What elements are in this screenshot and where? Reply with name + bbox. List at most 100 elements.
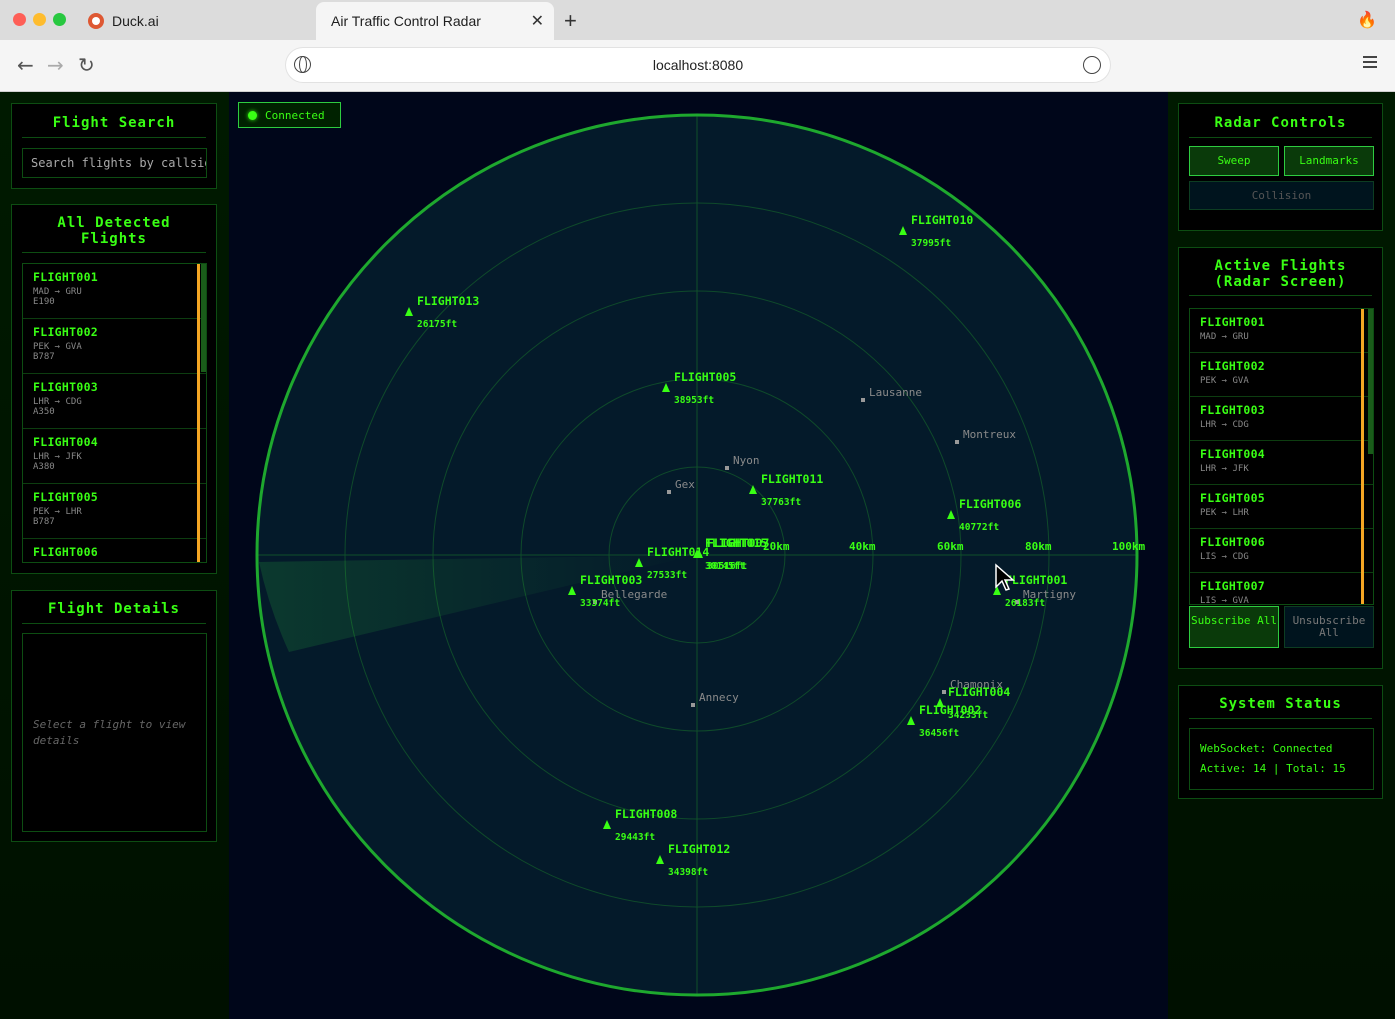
new-tab-icon[interactable]: +: [564, 8, 577, 34]
landmark-label: Annecy: [699, 691, 739, 704]
flight-callsign: FLIGHT001: [1200, 315, 1266, 329]
flight-counts: Active: 14 | Total: 15: [1200, 762, 1346, 775]
flight-aircraft: E190: [33, 297, 55, 307]
range-label: 80km: [1025, 540, 1052, 553]
radar-scope[interactable]: 20km 40km 60km 80km 100km LausanneMontreuxNy…: [229, 92, 1168, 1019]
flight-altitude-label: 37763ft: [761, 497, 801, 508]
landmark-marker: [942, 690, 946, 694]
flight-callsign: FLIGHT006: [33, 545, 99, 559]
back-icon[interactable]: ←: [17, 53, 34, 77]
maximize-window-button[interactable]: [53, 13, 66, 26]
search-input[interactable]: [22, 148, 207, 178]
flight-altitude-label: 34398ft: [668, 867, 708, 878]
flight-status-bar: [197, 484, 200, 539]
panel-title: Active Flights (Radar Screen): [1189, 258, 1372, 296]
flight-status-bar: [1361, 309, 1364, 353]
active-flight-item[interactable]: FLIGHT001 MAD → GRU: [1190, 309, 1373, 353]
detected-flight-item[interactable]: FLIGHT004 LHR → JFK A380: [23, 429, 206, 484]
detected-flight-item[interactable]: FLIGHT001 MAD → GRU E190: [23, 264, 206, 319]
tab-radar[interactable]: Air Traffic Control Radar ✕: [316, 2, 554, 40]
flight-status-bar: [1361, 441, 1364, 485]
flight-callsign-label: FLIGHT007: [707, 536, 769, 550]
radar-screen[interactable]: 20km 40km 60km 80km 100km Lausanne Montreux Ny…: [229, 92, 1168, 1019]
tab-duck-ai[interactable]: Duck.ai: [80, 2, 314, 40]
collision-toggle-button[interactable]: Collision: [1189, 181, 1374, 210]
list-scrollbar[interactable]: [201, 264, 206, 372]
radar-controls-panel: Radar Controls Sweep Landmarks Collision: [1178, 103, 1383, 231]
active-flight-item[interactable]: FLIGHT007 LIS → GVA: [1190, 573, 1373, 605]
hamburger-menu-icon[interactable]: [1363, 56, 1377, 68]
unsubscribe-all-button[interactable]: Unsubscribe All: [1284, 606, 1374, 648]
browser-nav-bar: ← → ↻ localhost:8080: [0, 40, 1395, 92]
flight-route: LHR → JFK: [33, 452, 82, 462]
active-flight-item[interactable]: FLIGHT003 LHR → CDG: [1190, 397, 1373, 441]
details-placeholder: Select a flight to view details: [33, 717, 186, 747]
flight-route: LIS → GVA: [1200, 596, 1249, 605]
flight-status-bar: [1361, 353, 1364, 397]
flight-route: LIS → CDG: [1200, 552, 1249, 562]
flight-callsign: FLIGHT006: [1200, 535, 1266, 549]
radar-app: Flight Search All Detected Flights FLIGH…: [0, 92, 1395, 1019]
sweep-toggle-button[interactable]: Sweep: [1189, 146, 1279, 176]
detected-flight-item[interactable]: FLIGHT006: [23, 539, 206, 562]
landmark-marker: [955, 440, 959, 444]
flight-status-bar: [197, 264, 200, 319]
close-window-button[interactable]: [13, 13, 26, 26]
flight-status-bar: [197, 319, 200, 374]
flight-callsign-label: FLIGHT010: [911, 213, 973, 227]
fire-icon[interactable]: 🔥: [1357, 10, 1377, 29]
active-flight-item[interactable]: FLIGHT004 LHR → JFK: [1190, 441, 1373, 485]
flight-route: LHR → JFK: [1200, 464, 1249, 474]
forward-icon[interactable]: →: [47, 53, 64, 77]
list-scrollbar[interactable]: [1368, 309, 1373, 454]
flight-route: PEK → LHR: [1200, 508, 1249, 518]
flight-callsign-label: FLIGHT013: [417, 294, 479, 308]
left-sidebar: Flight Search All Detected Flights FLIGH…: [0, 92, 229, 1019]
flight-status-bar: [1361, 485, 1364, 529]
flight-altitude-label: 27533ft: [647, 570, 687, 581]
flight-status-bar: [197, 374, 200, 429]
active-flight-item[interactable]: FLIGHT002 PEK → GVA: [1190, 353, 1373, 397]
reload-icon[interactable]: ↻: [78, 53, 95, 77]
active-flights-panel: Active Flights (Radar Screen) FLIGHT001 …: [1178, 247, 1383, 669]
system-status-content: WebSocket: Connected Active: 14 | Total:…: [1189, 728, 1374, 790]
detected-flight-item[interactable]: FLIGHT003 LHR → CDG A350: [23, 374, 206, 429]
connection-badge: Connected: [238, 102, 341, 128]
flight-altitude-label: 33374ft: [580, 598, 620, 609]
flight-callsign: FLIGHT004: [1200, 447, 1266, 461]
landmarks-toggle-button[interactable]: Landmarks: [1284, 146, 1374, 176]
address-bar[interactable]: localhost:8080: [286, 48, 1110, 82]
duckduckgo-icon: [88, 13, 104, 29]
flight-callsign: FLIGHT002: [1200, 359, 1266, 373]
url-text: localhost:8080: [652, 57, 744, 73]
flight-altitude-label: 36456ft: [919, 728, 959, 739]
detected-flight-item[interactable]: FLIGHT005 PEK → LHR B787: [23, 484, 206, 539]
flight-route: MAD → GRU: [1200, 332, 1249, 342]
flight-altitude-label: 38953ft: [674, 395, 714, 406]
flight-status-bar: [1361, 397, 1364, 441]
flight-details-panel: Flight Details Select a flight to view d…: [11, 590, 217, 842]
connection-status-dot: [248, 111, 257, 120]
close-tab-icon[interactable]: ✕: [531, 11, 544, 31]
flight-altitude-label: 30516ft: [707, 561, 747, 572]
flight-aircraft: A380: [33, 462, 55, 472]
detected-flight-item[interactable]: FLIGHT002 PEK → GVA B787: [23, 319, 206, 374]
connection-label: Connected: [265, 108, 325, 122]
flight-callsign: FLIGHT004: [33, 435, 99, 449]
active-flight-item[interactable]: FLIGHT005 PEK → LHR: [1190, 485, 1373, 529]
flight-callsign: FLIGHT001: [33, 270, 99, 284]
subscribe-all-button[interactable]: Subscribe All: [1189, 606, 1279, 648]
chat-icon[interactable]: [1083, 56, 1101, 74]
flight-callsign-label: FLIGHT003: [580, 573, 642, 587]
landmark-label: Nyon: [733, 454, 760, 467]
landmark-label: Lausanne: [869, 386, 922, 399]
right-sidebar: Radar Controls Sweep Landmarks Collision…: [1168, 92, 1395, 1019]
active-flight-item[interactable]: FLIGHT006 LIS → CDG: [1190, 529, 1373, 573]
minimize-window-button[interactable]: [33, 13, 46, 26]
flight-status-bar: [1361, 529, 1364, 573]
flight-callsign-label: FLIGHT012: [668, 842, 730, 856]
flight-callsign-label: FLIGHT008: [615, 807, 677, 821]
flight-status-bar: [197, 539, 200, 562]
active-flight-list: FLIGHT001 MAD → GRU FLIGHT002 PEK → GVA …: [1189, 308, 1374, 605]
range-label: 100km: [1112, 540, 1145, 553]
